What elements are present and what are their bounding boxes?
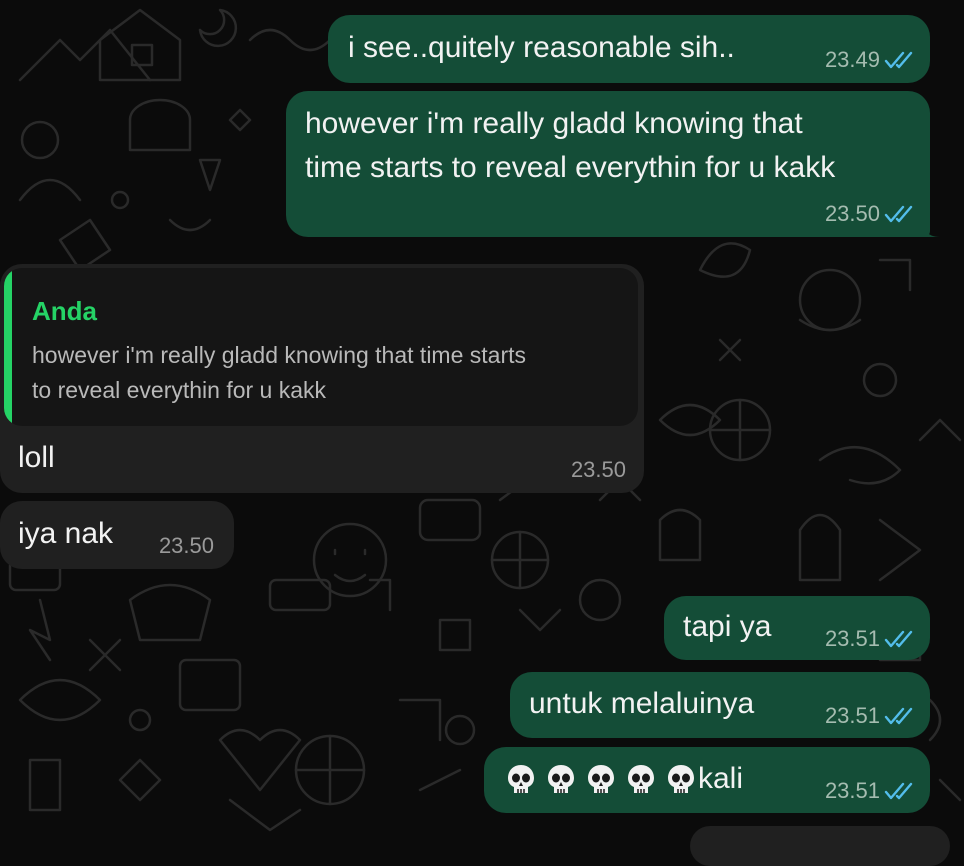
read-ticks-icon <box>884 630 913 648</box>
skull-emoji <box>588 765 614 794</box>
message-text: untuk melaluinya <box>529 687 755 720</box>
bubble-tail <box>918 217 940 237</box>
message-text: tapi ya <box>683 610 772 643</box>
message-text-line: time starts to reveal everythin for u ka… <box>305 151 836 184</box>
read-ticks-icon <box>884 51 913 69</box>
message-meta: 23.51 <box>825 626 914 652</box>
message-meta: 23.49 <box>825 47 914 73</box>
quote-text-line: to reveal everythin for u kakk <box>32 377 327 403</box>
message-time: 23.51 <box>824 778 880 803</box>
message-meta: 23.50 <box>825 201 914 227</box>
message-meta: 23.51 <box>825 703 914 729</box>
outgoing-message[interactable]: kali 23.51 <box>484 747 930 813</box>
read-ticks-icon <box>884 782 913 800</box>
quote-text: however i'm really gladd knowing that ti… <box>32 338 624 408</box>
message-text: loll <box>18 441 55 474</box>
incoming-message[interactable]: Anda however i'm really gladd knowing th… <box>0 264 644 493</box>
message-time: 23.50 <box>158 533 214 558</box>
incoming-message[interactable]: iya nak 23.50 <box>0 501 234 569</box>
message-text-line: however i'm really gladd knowing that <box>305 107 803 140</box>
outgoing-message[interactable]: i see..quitely reasonable sih.. 23.49 <box>328 15 930 83</box>
quote-author: Anda <box>32 296 97 326</box>
message-time: 23.50 <box>824 201 880 226</box>
message-text: i see..quitely reasonable sih.. <box>348 31 735 64</box>
reply-quote[interactable]: Anda however i'm really gladd knowing th… <box>4 268 638 426</box>
skull-emoji <box>628 765 654 794</box>
message-meta: 23.51 <box>825 778 914 804</box>
quote-accent-bar <box>4 268 12 426</box>
emoji-group <box>506 763 696 797</box>
read-ticks-icon <box>884 707 913 725</box>
next-message-partial <box>690 826 950 866</box>
quote-text-line: however i'm really gladd knowing that ti… <box>32 342 526 368</box>
outgoing-message[interactable]: however i'm really gladd knowing that ti… <box>286 91 940 237</box>
message-time: 23.50 <box>570 457 626 482</box>
outgoing-message[interactable]: untuk melaluinya 23.51 <box>510 672 930 738</box>
message-time: 23.51 <box>824 626 880 651</box>
message-meta: 23.50 <box>159 533 214 559</box>
message-text: kali <box>506 758 743 800</box>
message-text-suffix: kali <box>698 762 744 795</box>
message-time: 23.51 <box>824 703 880 728</box>
outgoing-message[interactable]: tapi ya 23.51 <box>664 596 930 660</box>
skull-emoji <box>668 765 694 794</box>
message-time: 23.49 <box>824 47 880 72</box>
read-ticks-icon <box>884 205 913 223</box>
message-meta: 23.50 <box>571 457 626 483</box>
skull-emoji <box>548 765 574 794</box>
message-text: iya nak <box>18 517 114 550</box>
skull-emoji <box>508 765 534 794</box>
